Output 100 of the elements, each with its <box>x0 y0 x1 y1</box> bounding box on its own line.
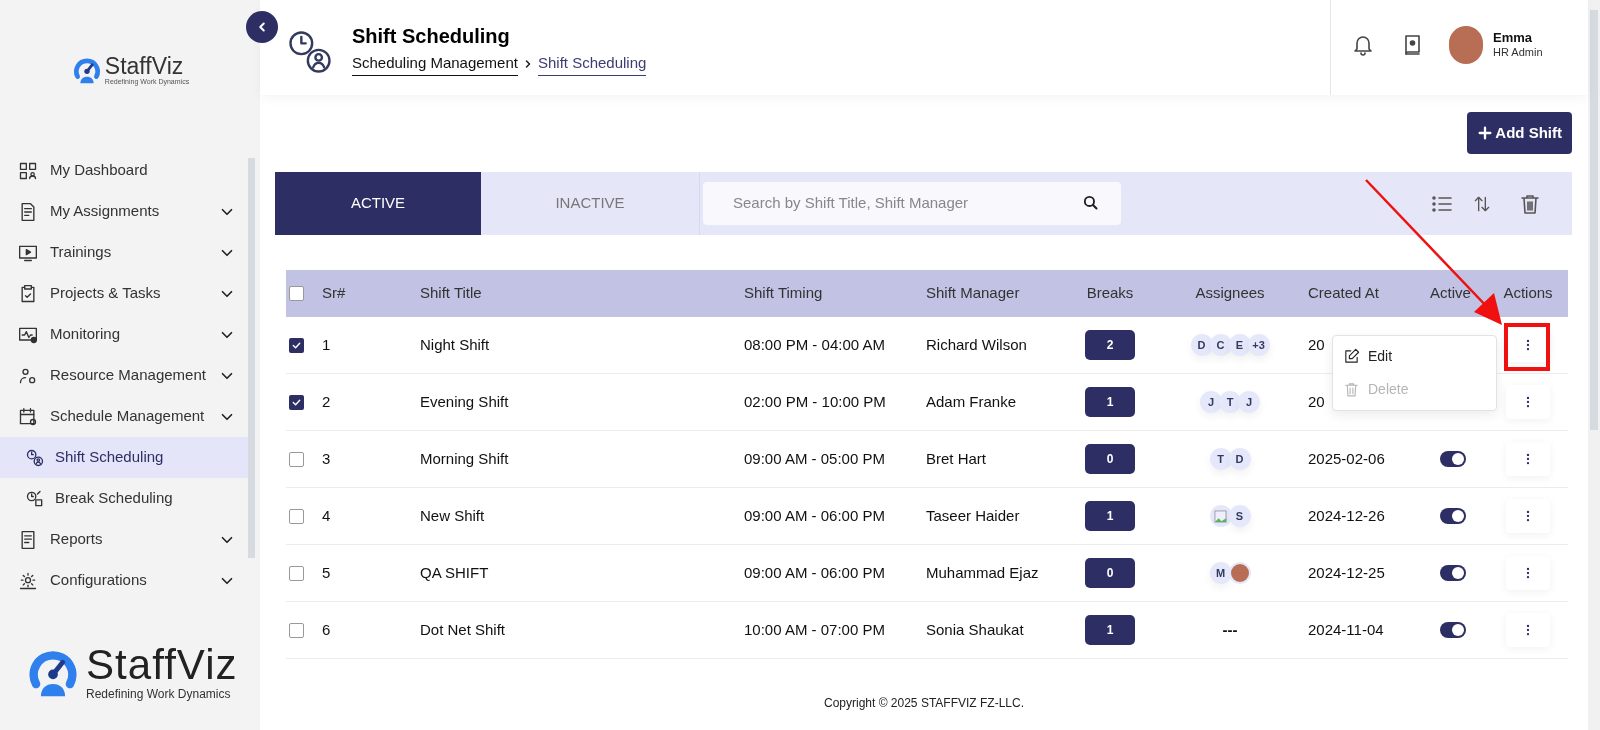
assignee-avatar: C <box>1209 334 1232 356</box>
breaks-count: 1 <box>1085 501 1135 531</box>
checkbox[interactable] <box>289 394 304 410</box>
table-cell-text: 5 <box>322 562 332 583</box>
table-cell: 20 <box>1308 335 1325 353</box>
table-cell-text: Evening Shift <box>419 391 510 412</box>
avatar <box>1449 25 1483 64</box>
nav-item[interactable]: My Assignments <box>0 191 248 232</box>
table-cell-text: 2 <box>322 391 332 412</box>
table-cell-text: 02:00 PM - 10:00 PM <box>743 391 887 412</box>
table-cell: 2025-02-06 <box>1308 449 1385 467</box>
column-header: Shift Title <box>419 283 483 304</box>
table-cell-text: QA SHIFT <box>419 562 490 583</box>
checkbox[interactable] <box>289 337 304 353</box>
table-cell-text: 1 <box>322 334 332 355</box>
checkbox[interactable] <box>289 451 304 467</box>
toggle-switch[interactable] <box>1440 565 1466 581</box>
table-cell-text: New Shift <box>419 505 486 526</box>
page-title: Shift Scheduling <box>352 26 511 46</box>
breaks-count: 1 <box>1085 387 1135 417</box>
nav-item[interactable]: Configurations <box>0 560 248 601</box>
nav-item[interactable]: Reports <box>0 519 248 560</box>
table-cell-text: 6 <box>322 619 332 640</box>
breaks-count: 1 <box>1085 615 1135 645</box>
column-header: Shift Manager <box>925 283 1021 304</box>
table-cell-text: 09:00 AM - 05:00 PM <box>743 448 886 469</box>
table-cell-text: 4 <box>322 505 332 526</box>
user-role: HR Admin <box>1493 45 1543 60</box>
nav-item[interactable]: Monitoring <box>0 314 248 355</box>
copyright-text: Copyright © 2025 STAFFVIZ FZ-LLC. <box>824 695 1024 712</box>
assignee-avatar: J <box>1200 391 1222 413</box>
table-cell: 2024-12-25 <box>1308 563 1385 581</box>
grid-icon <box>18 160 38 181</box>
assignee-avatar: J <box>1238 391 1260 413</box>
column-header: Shift Timing <box>743 283 824 304</box>
table-cell-text: Muhammad Ejaz <box>925 562 1040 583</box>
breaks-count: 0 <box>1085 444 1135 474</box>
column-header: Assignees <box>1194 283 1266 304</box>
table-cell-text: Night Shift <box>419 334 491 355</box>
checkbox[interactable] <box>289 508 304 524</box>
table-cell-text: 09:00 AM - 06:00 PM <box>743 505 886 526</box>
breadcrumb-link[interactable]: Shift Scheduling <box>537 52 647 76</box>
tab[interactable]: ACTIVE <box>275 172 481 235</box>
table-cell-text: Morning Shift <box>419 448 510 469</box>
user-name: Emma <box>1493 29 1534 46</box>
add-shift-button[interactable]: Add Shift <box>1467 112 1572 154</box>
table-cell-text: Richard Wilson <box>925 334 1028 355</box>
nav-item[interactable]: My Dashboard <box>0 150 248 191</box>
column-header: Breaks <box>1085 283 1135 304</box>
nav-item[interactable]: Schedule Management <box>0 396 248 437</box>
assignee-avatar: +3 <box>1247 334 1270 356</box>
calendar-icon <box>18 406 38 427</box>
checkbox[interactable] <box>289 286 304 301</box>
table-cell-text: Dot Net Shift <box>419 619 507 640</box>
search-icon[interactable] <box>1082 194 1099 211</box>
nav-item[interactable]: Resource Management <box>0 355 248 396</box>
table-cell-text: Sonia Shaukat <box>925 619 1025 640</box>
table-cell-text: Adam Franke <box>925 391 1018 412</box>
table-cell-text: 3 <box>322 448 332 469</box>
search-field[interactable]: Search by Shift Title, Shift Manager <box>703 182 1121 225</box>
column-header: Sr# <box>322 283 347 304</box>
column-header: Created At <box>1307 283 1380 304</box>
logo-text: StaffViz <box>104 55 185 78</box>
nav-item[interactable]: Break Scheduling <box>0 478 248 519</box>
table-cell-text: Taseer Haider <box>925 505 1021 526</box>
nav-item[interactable]: Trainings <box>0 232 248 273</box>
delete-icon <box>1343 381 1360 398</box>
plus-icon <box>1477 125 1494 141</box>
toggle-switch[interactable] <box>1440 451 1466 467</box>
nav-item[interactable]: Projects & Tasks <box>0 273 248 314</box>
clock-cup-icon <box>25 488 45 509</box>
breaks-count: 0 <box>1085 558 1135 588</box>
assignee-avatar: S <box>1228 505 1251 527</box>
assignee-avatar: E <box>1228 334 1251 356</box>
sidebar-scrollbar[interactable] <box>248 158 255 558</box>
menu-item[interactable]: Edit <box>1333 340 1496 373</box>
table-cell: 2024-11-04 <box>1308 620 1384 638</box>
assignee-avatar: D <box>1228 448 1251 470</box>
image-placeholder-icon <box>1214 509 1227 523</box>
breaks-count: 2 <box>1085 330 1135 360</box>
assignee-avatar: T <box>1219 391 1241 413</box>
column-header: Actions <box>1502 283 1554 304</box>
scrollbar[interactable] <box>1588 0 1600 730</box>
toggle-switch[interactable] <box>1440 622 1466 638</box>
table-cell-text: 09:00 AM - 06:00 PM <box>743 562 886 583</box>
gear-icon <box>18 570 38 591</box>
logo-tagline: Redefining Work Dynamics <box>86 688 232 700</box>
toggle-switch[interactable] <box>1440 508 1466 524</box>
breadcrumb-link[interactable]: Scheduling Management <box>352 52 518 76</box>
checkbox[interactable] <box>289 622 304 638</box>
column-header: Active <box>1429 283 1472 304</box>
checkbox[interactable] <box>289 565 304 581</box>
table-cell-text: 10:00 AM - 07:00 PM <box>743 619 886 640</box>
collapse-button[interactable] <box>246 11 278 43</box>
table-cell-text: --- <box>1222 619 1238 640</box>
nav-item[interactable]: Shift Scheduling <box>0 437 248 478</box>
table-cell: 20 <box>1308 392 1325 410</box>
table-cell-text: Bret Hart <box>925 448 987 469</box>
assignee-avatar: T <box>1209 448 1232 470</box>
assignee-avatar: D <box>1190 334 1213 356</box>
